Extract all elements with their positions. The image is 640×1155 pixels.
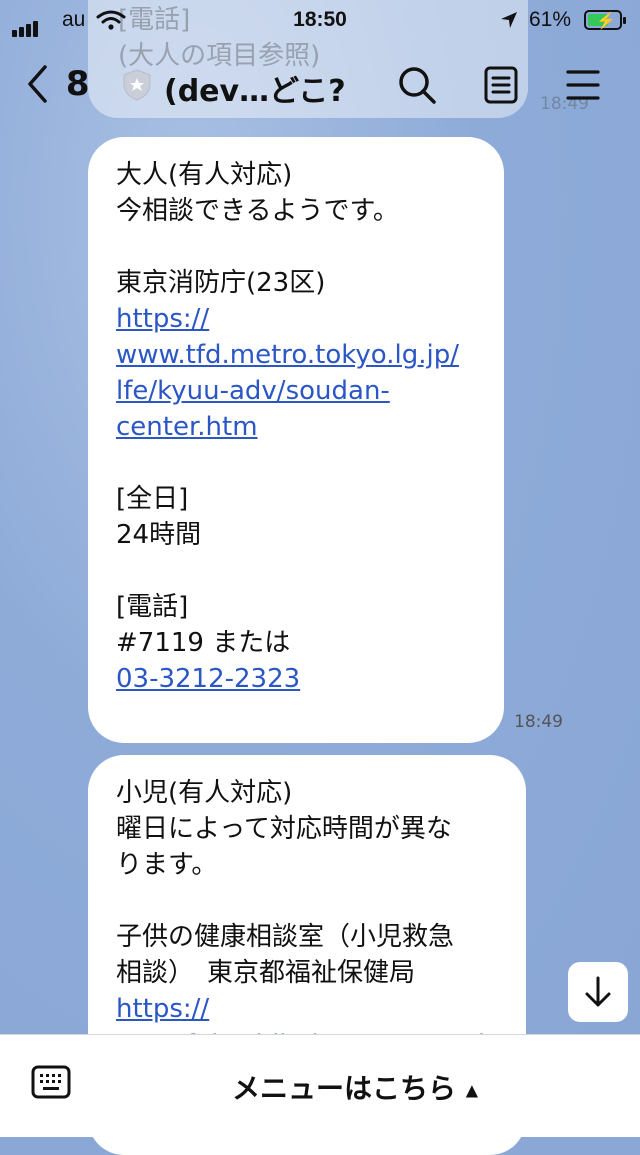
message-link[interactable]: 03-3212-2323 [116,661,478,697]
scroll-to-bottom-button[interactable] [568,962,628,1022]
chevron-left-icon [28,64,47,103]
message-link[interactable]: center.htm [116,409,478,445]
message-text-line: 曜日によって対応時間が異な [116,814,452,844]
battery-percentage: 61% [529,8,572,31]
message-text-line: ります。 [116,850,218,880]
message-time: 18:49 [514,712,563,732]
message-link[interactable]: www.tfd.metro.tokyo.lg.jp/ [116,337,478,373]
message-link[interactable]: lfe/kyuu-adv/soudan- [116,373,478,409]
message-text-line [116,229,478,265]
charging-bolt-icon: ⚡ [596,13,616,30]
hamburger-menu-icon[interactable] [562,64,604,106]
arrow-down-icon [585,976,611,1007]
message-text-line: #7119 または [116,628,291,658]
menu-label: メニューはこちら [232,1072,457,1105]
bottom-menu-bar: メニューはこちら ▲ [0,1034,640,1137]
notes-icon[interactable] [480,64,522,106]
message-link[interactable]: https:// [116,991,500,1027]
location-arrow-icon [501,12,517,28]
message-bubble[interactable]: 大人(有人対応) 今相談できるようです。 東京消防庁(23区) https://www… [88,137,504,743]
message-text-line: 東京消防庁(23区) [116,268,326,298]
message-text-line [116,883,500,919]
message-link[interactable]: https:// [116,301,478,337]
search-icon[interactable] [396,64,438,106]
unread-count: 8 [65,63,90,104]
shield-icon [123,69,151,101]
chat-header: 8 (dev…どこ? [0,52,640,120]
chat-title[interactable]: (dev…どこ? [164,66,346,110]
triangle-up-icon: ▲ [465,1080,479,1100]
message-text-line [116,553,478,589]
message-text-line: [全日] [116,484,189,514]
message-text-line: 今相談できるようです。 [116,196,399,226]
message-text-line: 相談） 東京都福祉保健局 [116,958,416,988]
message-text-line: 大人(有人対応) [116,160,293,190]
status-bar: au 18:50 61% ⚡ [0,0,640,40]
message-text-line: 24時間 [116,520,202,550]
message-text-line: 小児(有人対応) [116,778,293,808]
message-text-line: [電話] [116,592,189,622]
battery-icon: ⚡ [584,10,626,30]
keyboard-icon[interactable] [30,1061,72,1103]
message-text-line: 子供の健康相談室（小児救急 [116,922,455,952]
rich-menu-toggle[interactable]: メニューはこちら ▲ [232,1067,478,1107]
back-button[interactable]: 8 [26,62,90,104]
message-text-line [116,445,478,481]
